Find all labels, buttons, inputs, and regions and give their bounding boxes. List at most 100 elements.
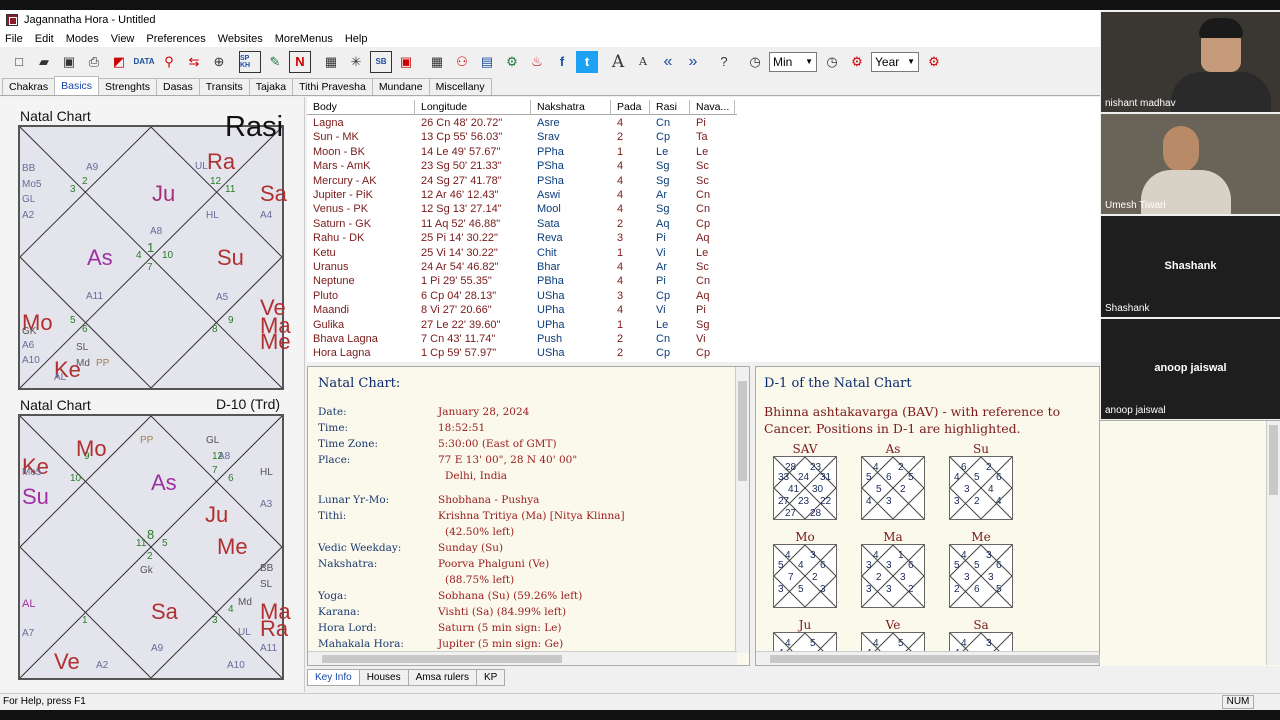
grid-icon[interactable]: ▦ xyxy=(320,51,342,73)
table-row[interactable]: Bhava Lagna 7 Cn 43' 11.74" Push 2 Cn Vi xyxy=(307,332,735,346)
gears-icon[interactable]: ⚙ xyxy=(501,51,523,73)
table-grid-icon[interactable]: ▦ xyxy=(426,51,448,73)
participant-tile-anoop[interactable]: anoop jaiswal anoop jaiswal xyxy=(1101,319,1280,419)
top-border xyxy=(0,0,1280,10)
tab-transits[interactable]: Transits xyxy=(198,78,250,95)
info-vertical-scrollbar[interactable] xyxy=(735,367,749,653)
d10-sl: SL xyxy=(260,579,273,590)
table-row[interactable]: Pluto 6 Cp 04' 28.13" USha 3 Cp Aq xyxy=(307,289,735,303)
participant-tile-shashank[interactable]: Shashank Shashank xyxy=(1101,216,1280,317)
people-icon[interactable]: ⚇ xyxy=(451,51,473,73)
d10-chart[interactable]: Mo Ke Su As Ju Me Sa Ma Ra Ve PP GL HL A… xyxy=(18,414,291,680)
rasi-chart[interactable]: Rasi Ra Ju Sa As Su Mo Ke Ve Ma Me UL HL… xyxy=(18,113,291,390)
print-icon[interactable]: ⎙ xyxy=(83,51,105,73)
menu-view[interactable]: View xyxy=(111,33,135,45)
table-row[interactable]: Rahu - DK 25 Pi 14' 30.22" Reva 3 Pi Aq xyxy=(307,231,735,245)
menu-preferences[interactable]: Preferences xyxy=(146,33,205,45)
tab-strenghts[interactable]: Strenghts xyxy=(98,78,157,95)
col-nakshatra[interactable]: Nakshatra xyxy=(531,100,611,115)
new-file-icon[interactable]: □ xyxy=(8,51,30,73)
tab-key-info[interactable]: Key Info xyxy=(307,669,360,686)
zoom-data-icon[interactable]: ⚲ xyxy=(158,51,180,73)
table-row[interactable]: Lagna 26 Cn 48' 20.72" Asre 4 Cn Pi xyxy=(307,116,735,130)
table-row[interactable]: Ketu 25 Vi 14' 30.22" Chit 1 Vi Le xyxy=(307,246,735,260)
tab-kp[interactable]: KP xyxy=(475,669,506,686)
tab-amsa-rulers[interactable]: Amsa rulers xyxy=(407,669,477,686)
participant-tile-nishant[interactable]: nishant madhav xyxy=(1101,12,1280,112)
menu-file[interactable]: File xyxy=(5,33,23,45)
info-horizontal-scrollbar[interactable] xyxy=(308,651,737,665)
col-pada[interactable]: Pada xyxy=(611,100,650,115)
spkh-button[interactable]: SP KH xyxy=(239,50,261,73)
period-select[interactable]: Year ▼ xyxy=(871,51,919,72)
save-icon[interactable]: ▣ xyxy=(58,51,80,73)
col-navamsa[interactable]: Nava... xyxy=(690,100,735,115)
forward-icon[interactable]: » xyxy=(682,51,704,73)
bav-horizontal-scrollbar[interactable] xyxy=(756,651,1105,665)
facebook-icon[interactable]: f xyxy=(551,51,573,73)
bav-hscroll-thumb[interactable] xyxy=(770,655,1105,663)
tab-dasas[interactable]: Dasas xyxy=(156,78,200,95)
rasi-house-6: 6 xyxy=(82,324,88,335)
table-row[interactable]: Uranus 24 Ar 54' 46.82" Bhar 4 Ar Sc xyxy=(307,260,735,274)
table-row[interactable]: Maandi 8 Vi 27' 20.66" UPha 4 Vi Pi xyxy=(307,303,735,317)
menu-edit[interactable]: Edit xyxy=(35,33,54,45)
time-forward-icon[interactable]: ◷ xyxy=(821,51,843,73)
menu-moremenus[interactable]: MoreMenus xyxy=(275,33,333,45)
table-row[interactable]: Hora Lagna 1 Cp 59' 57.97" USha 2 Cp Cp xyxy=(307,346,735,360)
font-smaller-icon[interactable]: A xyxy=(632,51,654,73)
table-row[interactable]: Saturn - GK 11 Aq 52' 46.88" Sata 2 Aq Cp xyxy=(307,217,735,231)
twitter-icon[interactable]: t xyxy=(576,50,598,73)
fire-icon[interactable]: ♨ xyxy=(526,51,548,73)
menu-websites[interactable]: Websites xyxy=(218,33,263,45)
col-longitude[interactable]: Longitude xyxy=(415,100,531,115)
tab-houses[interactable]: Houses xyxy=(358,669,409,686)
font-larger-icon[interactable]: A xyxy=(607,51,629,73)
help-icon[interactable]: ? xyxy=(713,51,735,73)
data-button[interactable]: DATA xyxy=(133,51,155,73)
frame-icon[interactable]: ▣ xyxy=(395,51,417,73)
star-icon[interactable]: ✳ xyxy=(345,51,367,73)
transfer-icon[interactable]: ⇆ xyxy=(183,51,205,73)
tab-chakras[interactable]: Chakras xyxy=(2,78,56,95)
table-row[interactable]: Venus - PK 12 Sg 13' 27.14" Mool 4 Sg Cn xyxy=(307,202,735,216)
globe-icon[interactable]: ⊕ xyxy=(208,51,230,73)
bav-vertical-scrollbar[interactable] xyxy=(1266,421,1280,665)
menu-help[interactable]: Help xyxy=(345,33,368,45)
n-button-icon[interactable]: N xyxy=(289,50,311,73)
step-back-icon[interactable]: ⚙ xyxy=(846,51,868,73)
cell-body: Venus - PK xyxy=(313,203,369,216)
table-row[interactable]: Mars - AmK 23 Sg 50' 21.33" PSha 4 Sg Sc xyxy=(307,159,735,173)
menu-modes[interactable]: Modes xyxy=(66,33,99,45)
table-row[interactable]: Sun - MK 13 Cp 55' 56.03" Srav 2 Cp Ta xyxy=(307,130,735,144)
info-scroll-thumb[interactable] xyxy=(738,381,747,481)
table-row[interactable]: Mercury - AK 24 Sg 27' 41.78" PSha 4 Sg Sc xyxy=(307,174,735,188)
open-folder-icon[interactable]: ▰ xyxy=(33,51,55,73)
tab-mundane[interactable]: Mundane xyxy=(371,78,430,95)
col-rasi[interactable]: Rasi xyxy=(650,100,690,115)
brush-icon[interactable]: ✎ xyxy=(264,51,286,73)
step-forward-icon[interactable]: ⚙ xyxy=(923,51,945,73)
tab-tithi-pravesha[interactable]: Tithi Pravesha xyxy=(292,78,373,95)
info-value: Shobhana - Pushya xyxy=(438,494,540,506)
bav-scroll-thumb[interactable] xyxy=(1269,425,1278,495)
col-body[interactable]: Body xyxy=(307,100,415,115)
time-back-icon[interactable]: ◷ xyxy=(744,51,766,73)
tab-tajaka[interactable]: Tajaka xyxy=(248,78,294,95)
participant-tile-umesh[interactable]: Umesh Tiwari xyxy=(1101,114,1280,214)
table-row[interactable]: Gulika 27 Le 22' 39.60" UPha 1 Le Sg xyxy=(307,318,735,332)
chart-edit-icon[interactable]: ◩ xyxy=(108,51,130,73)
tab-miscellany[interactable]: Miscellany xyxy=(428,78,492,95)
cell-longitude: 8 Vi 27' 20.66" xyxy=(421,304,492,317)
time-unit-select[interactable]: Min ▼ xyxy=(769,51,817,72)
sb-button[interactable]: SB xyxy=(370,50,392,73)
cell-nakshatra: Asre xyxy=(537,117,560,129)
back-icon[interactable]: « xyxy=(657,51,679,73)
table-row[interactable]: Jupiter - PiK 12 Ar 46' 12.43" Aswi 4 Ar Cn xyxy=(307,188,735,202)
info-hscroll-thumb[interactable] xyxy=(322,655,562,663)
table-row[interactable]: Neptune 1 Pi 29' 55.35" PBha 4 Pi Cn xyxy=(307,274,735,288)
tab-basics[interactable]: Basics xyxy=(54,76,100,95)
bav-value: 22 xyxy=(820,496,832,507)
table-row[interactable]: Moon - BK 14 Le 49' 57.67" PPha 1 Le Le xyxy=(307,145,735,159)
book-icon[interactable]: ▤ xyxy=(476,51,498,73)
